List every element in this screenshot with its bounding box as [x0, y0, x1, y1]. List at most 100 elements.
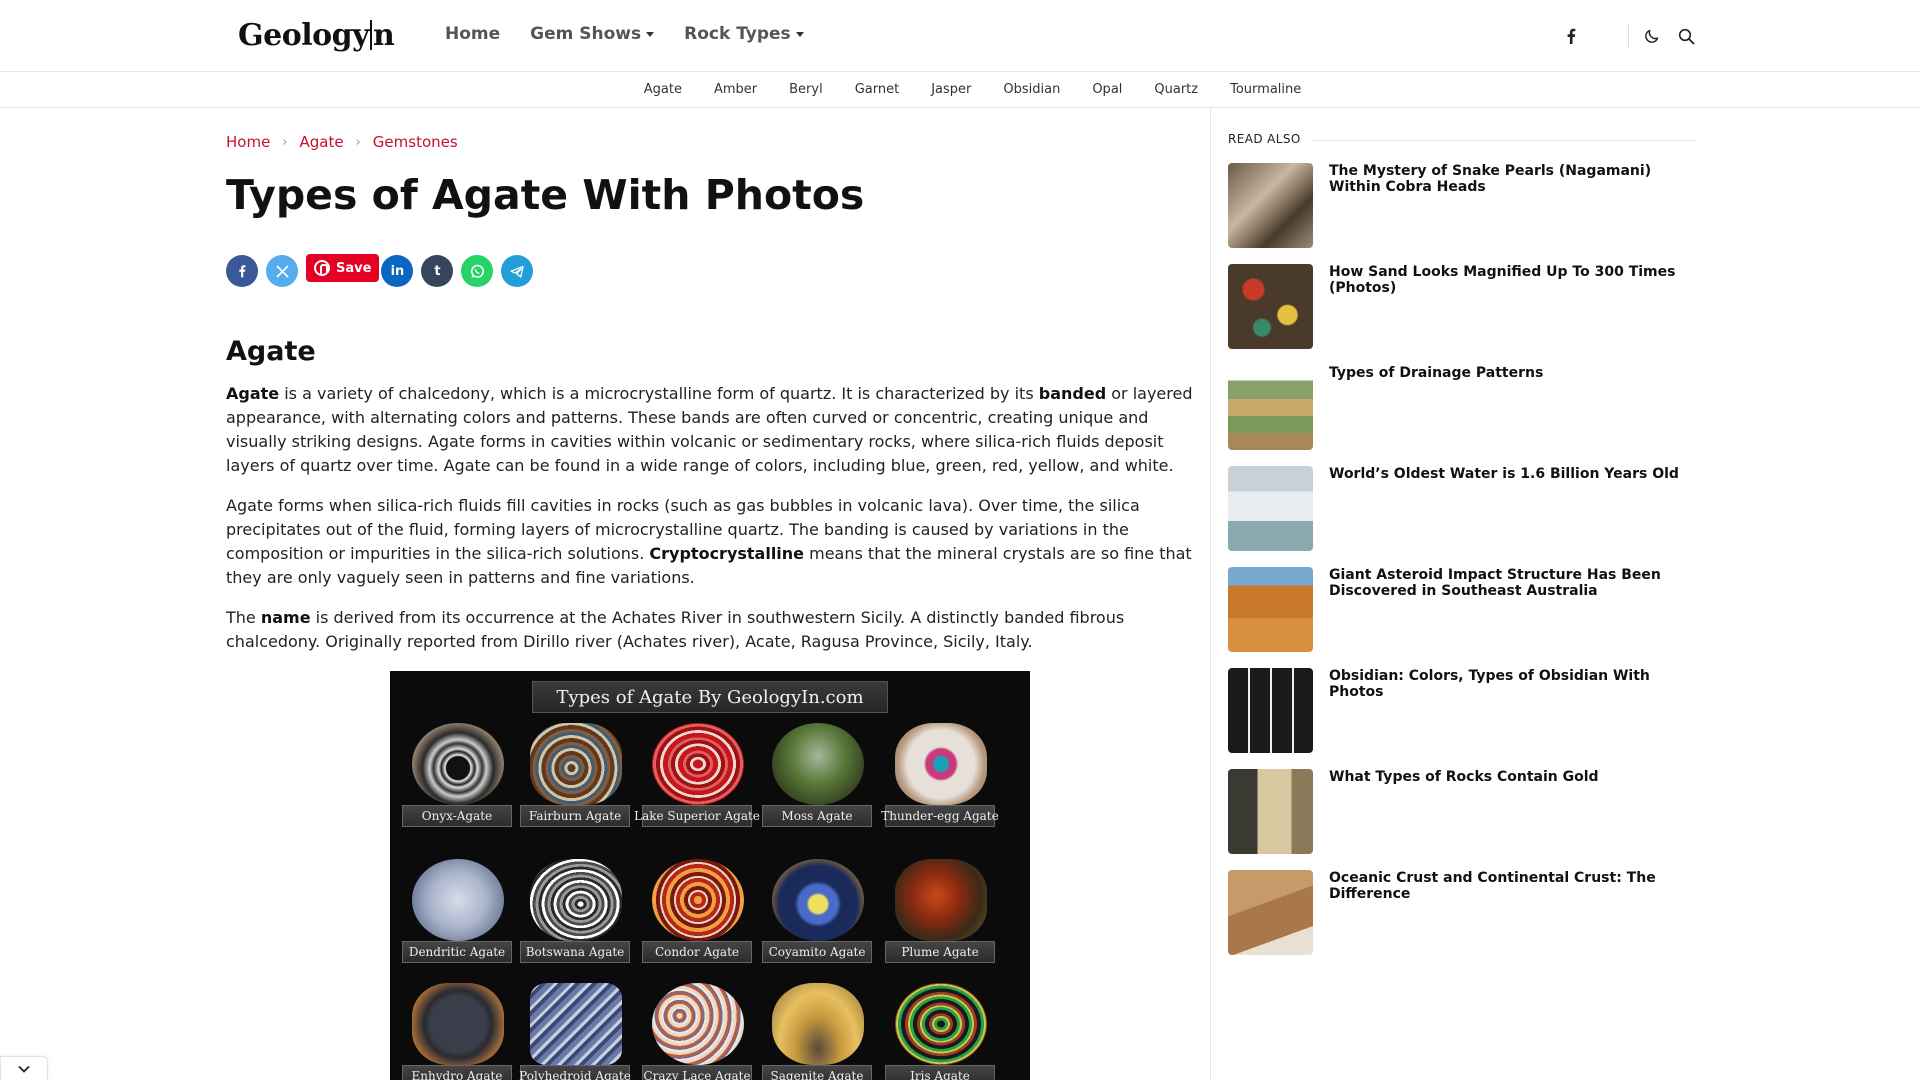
sidebar: READ ALSO The Mystery of Snake Pearls (N… — [1210, 108, 1920, 1080]
read-also-item[interactable]: World’s Oldest Water is 1.6 Billion Year… — [1228, 466, 1698, 551]
agate-label: Dendritic Agate — [402, 941, 512, 963]
category-beryl[interactable]: Beryl — [789, 82, 823, 97]
image-banner: Types of Agate By GeologyIn.com — [532, 681, 888, 713]
agate-tile: Thunder-egg Agate — [881, 723, 999, 843]
read-also-heading: READ ALSO — [1228, 132, 1301, 146]
pinterest-save-label: Save — [336, 260, 372, 276]
read-also-title[interactable]: Giant Asteroid Impact Structure Has Been… — [1329, 567, 1698, 652]
article-thumbnail[interactable] — [1228, 668, 1313, 753]
page-title: Types of Agate With Photos — [226, 171, 865, 219]
agate-label: Polyhedroid Agate — [519, 1065, 631, 1080]
breadcrumb-gemstones[interactable]: Gemstones — [373, 133, 458, 151]
agate-tile: Enhydro Agate — [402, 983, 512, 1080]
read-also-item[interactable]: Types of Drainage Patterns — [1228, 365, 1698, 450]
read-also-item[interactable]: Giant Asteroid Impact Structure Has Been… — [1228, 567, 1698, 652]
article-thumbnail[interactable] — [1228, 365, 1313, 450]
article-thumbnail[interactable] — [1228, 163, 1313, 248]
category-bar: Agate Amber Beryl Garnet Jasper Obsidian… — [0, 72, 1920, 108]
nav-gem-shows-label: Gem Shows — [530, 24, 642, 44]
agate-label: Lake Superior Agate — [634, 805, 760, 827]
pinterest-save-button[interactable]: Save — [306, 254, 380, 282]
share-whatsapp-icon[interactable] — [461, 255, 494, 287]
agate-tile: Fairburn Agate — [520, 723, 630, 843]
text-run: is a variety of chalcedony, which is a m… — [279, 384, 1039, 403]
agate-stone-image — [772, 723, 864, 805]
nav-home[interactable]: Home — [445, 24, 500, 44]
breadcrumb-home[interactable]: Home — [226, 133, 270, 151]
read-also-title[interactable]: How Sand Looks Magnified Up To 300 Times… — [1329, 264, 1698, 349]
read-also-title[interactable]: World’s Oldest Water is 1.6 Billion Year… — [1329, 466, 1679, 551]
category-tourmaline[interactable]: Tourmaline — [1230, 82, 1301, 97]
agate-label: Enhydro Agate — [402, 1065, 512, 1080]
bold-term: Agate — [226, 384, 280, 403]
breadcrumb-agate[interactable]: Agate — [300, 133, 344, 151]
article-thumbnail[interactable] — [1228, 870, 1313, 955]
agate-tile: Condor Agate — [642, 859, 752, 979]
moon-icon[interactable] — [1641, 25, 1663, 47]
category-garnet[interactable]: Garnet — [855, 82, 900, 97]
agate-tile: Sagenite Agate — [762, 983, 872, 1080]
agate-stone-image — [772, 859, 864, 941]
read-also-title[interactable]: The Mystery of Snake Pearls (Nagamani) W… — [1329, 163, 1698, 248]
agate-stone-image — [895, 983, 987, 1065]
chevron-down-icon — [18, 1065, 30, 1073]
read-also-item[interactable]: What Types of Rocks Contain Gold — [1228, 769, 1698, 854]
agate-tile: Polyhedroid Agate — [519, 983, 631, 1080]
agate-stone-image — [895, 723, 987, 805]
agate-label: Plume Agate — [885, 941, 995, 963]
agate-label: Thunder-egg Agate — [881, 805, 999, 827]
read-also-title[interactable]: What Types of Rocks Contain Gold — [1329, 769, 1599, 854]
category-opal[interactable]: Opal — [1092, 82, 1122, 97]
agate-label: Sagenite Agate — [762, 1065, 872, 1080]
read-also-item[interactable]: How Sand Looks Magnified Up To 300 Times… — [1228, 264, 1698, 349]
read-also-title[interactable]: Oceanic Crust and Continental Crust: The… — [1329, 870, 1698, 955]
agate-stone-image — [412, 723, 504, 805]
article-thumbnail[interactable] — [1228, 466, 1313, 551]
agate-tile: Onyx-Agate — [402, 723, 512, 843]
agate-tile: Coyamito Agate — [762, 859, 872, 979]
article-thumbnail[interactable] — [1228, 264, 1313, 349]
collapse-toggle[interactable] — [0, 1056, 48, 1080]
category-quartz[interactable]: Quartz — [1154, 82, 1198, 97]
category-obsidian[interactable]: Obsidian — [1003, 82, 1060, 97]
agate-tile: Dendritic Agate — [402, 859, 512, 979]
text-run: is derived from its occurrence at the Ac… — [226, 608, 1125, 651]
pinterest-icon — [314, 260, 330, 276]
agate-stone-image — [772, 983, 864, 1065]
facebook-icon[interactable] — [1560, 25, 1582, 47]
search-icon[interactable] — [1675, 25, 1697, 47]
category-agate[interactable]: Agate — [644, 82, 682, 97]
main-nav: Home Gem Shows Rock Types — [445, 24, 834, 44]
agate-tile: Lake Superior Agate — [634, 723, 760, 843]
read-also-item[interactable]: The Mystery of Snake Pearls (Nagamani) W… — [1228, 163, 1698, 248]
share-facebook-icon[interactable] — [226, 255, 258, 287]
share-telegram-icon[interactable] — [501, 255, 534, 287]
agate-types-image[interactable]: Types of Agate By GeologyIn.com Onyx-Aga… — [390, 671, 1030, 1080]
share-linkedin-icon[interactable]: in — [381, 255, 414, 287]
share-tumblr-icon[interactable]: t — [421, 255, 454, 287]
nav-gem-shows[interactable]: Gem Shows — [530, 24, 655, 44]
bold-term: Cryptocrystalline — [649, 544, 805, 563]
article-thumbnail[interactable] — [1228, 769, 1313, 854]
divider — [1311, 140, 1696, 141]
agate-label: Crazy Lace Agate — [642, 1065, 752, 1080]
text-run: The — [226, 608, 261, 627]
read-also-title[interactable]: Obsidian: Colors, Types of Obsidian With… — [1329, 668, 1698, 753]
paragraph-3: The name is derived from its occurrence … — [226, 606, 1196, 654]
share-x-icon[interactable] — [266, 255, 298, 287]
site-logo[interactable]: Geology n — [238, 18, 395, 53]
agate-stone-image — [530, 983, 622, 1065]
agate-label: Moss Agate — [762, 805, 872, 827]
category-amber[interactable]: Amber — [714, 82, 757, 97]
read-also-title[interactable]: Types of Drainage Patterns — [1329, 365, 1543, 450]
category-jasper[interactable]: Jasper — [931, 82, 971, 97]
agate-tile: Moss Agate — [762, 723, 872, 843]
nav-rock-types[interactable]: Rock Types — [684, 24, 804, 44]
article-thumbnail[interactable] — [1228, 567, 1313, 652]
header-icons — [1560, 24, 1697, 48]
header-divider — [1628, 24, 1629, 48]
site-header: Geology n Home Gem Shows Rock Types — [0, 0, 1920, 72]
agate-stone-image — [530, 723, 622, 805]
read-also-item[interactable]: Oceanic Crust and Continental Crust: The… — [1228, 870, 1698, 955]
read-also-item[interactable]: Obsidian: Colors, Types of Obsidian With… — [1228, 668, 1698, 753]
